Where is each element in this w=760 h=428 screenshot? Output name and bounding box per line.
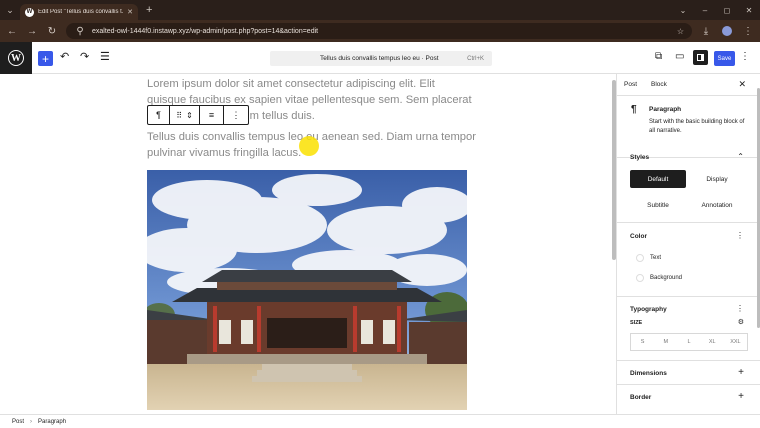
sidebar-icon (697, 54, 704, 61)
border-add-icon[interactable]: + (738, 391, 744, 402)
style-subtitle-button[interactable]: Subtitle (630, 196, 686, 214)
color-text-item[interactable]: Text (630, 249, 748, 267)
block-toolbar: ¶ ⠿ ⇕ ≡ ⋮ (147, 105, 249, 125)
size-s-option[interactable]: S (631, 334, 654, 350)
download-icon[interactable]: ⤓ (700, 26, 712, 37)
tab-title: Edit Post "Tellus duis convallis t... (38, 9, 124, 15)
block-description: Start with the basic building block of a… (649, 119, 745, 134)
bookmark-star-icon[interactable]: ☆ (677, 27, 684, 36)
cursor-highlight (299, 136, 319, 156)
color-options-icon[interactable]: ⋮ (736, 231, 744, 240)
style-default-button[interactable]: Default (630, 170, 686, 188)
browser-menu-icon[interactable]: ⋮ (742, 26, 754, 37)
dimensions-title: Dimensions (630, 370, 667, 377)
dimensions-add-icon[interactable]: + (738, 367, 744, 378)
minimize-icon[interactable]: – (694, 6, 716, 15)
tab-block[interactable]: Block (644, 81, 674, 88)
breadcrumb-paragraph[interactable]: Paragraph (38, 419, 66, 425)
settings-toggle-button[interactable] (693, 50, 708, 65)
paragraph-block-icon: ¶ (631, 104, 637, 115)
text-color-swatch (636, 254, 644, 262)
background-color-swatch (636, 274, 644, 282)
block-name: Paragraph (649, 106, 682, 113)
command-palette-bar[interactable]: Tellus duis convallis tempus leo eu · Po… (270, 51, 492, 66)
align-icon[interactable]: ≡ (200, 106, 224, 124)
breadcrumb: Post › Paragraph (0, 414, 760, 428)
save-button[interactable]: Save (714, 51, 735, 66)
wordpress-logo-icon: W (8, 50, 24, 66)
browser-tab-bar: ⌄ W Edit Post "Tellus duis convallis t..… (0, 0, 760, 20)
dimensions-section-divider (617, 360, 760, 361)
redo-icon[interactable]: ↷ (80, 50, 89, 63)
size-label: SIZE (630, 320, 643, 326)
paragraph-icon[interactable]: ¶ (148, 106, 170, 124)
image-block[interactable] (147, 170, 467, 410)
breadcrumb-post[interactable]: Post (12, 419, 24, 425)
url-text: exalted-owl-1444f0.instawp.xyz/wp-admin/… (92, 27, 319, 35)
tab-list-icon[interactable]: ⌄ (672, 6, 694, 15)
profile-avatar[interactable] (722, 26, 732, 36)
maximize-icon[interactable]: ◻ (716, 6, 738, 15)
shortcut-hint: Ctrl+K (467, 55, 484, 62)
sidebar-tabs: Post Block ✕ (617, 74, 760, 96)
color-section-divider (617, 222, 760, 223)
tab-post[interactable]: Post (617, 81, 644, 88)
more-options-icon[interactable]: ⋮ (224, 106, 248, 124)
breadcrumb-separator-icon: › (30, 418, 33, 425)
close-window-icon[interactable]: ✕ (738, 6, 760, 15)
drag-handle-icon[interactable]: ⠿ (176, 111, 182, 120)
color-background-item[interactable]: Background (630, 269, 748, 287)
editor-canvas: Lorem ipsum dolor sit amet consectetur a… (0, 74, 616, 414)
undo-icon[interactable]: ↶ (60, 50, 69, 63)
move-controls: ⠿ ⇕ (170, 106, 200, 124)
typography-title: Typography (630, 306, 667, 313)
back-icon[interactable]: ← (6, 26, 18, 37)
typography-section-divider (617, 296, 760, 297)
address-bar: ← → ↻ ⚲ exalted-owl-1444f0.instawp.xyz/w… (0, 20, 760, 42)
options-menu-icon[interactable]: ⋮ (740, 51, 750, 62)
color-title: Color (630, 233, 647, 240)
view-post-icon[interactable]: ⧉ (655, 51, 662, 62)
size-m-option[interactable]: M (654, 334, 677, 350)
tab-close-icon[interactable]: ✕ (127, 8, 133, 16)
palace-photo (147, 170, 467, 410)
wordpress-logo-button[interactable]: W (0, 42, 32, 74)
color-text-label: Text (650, 255, 662, 261)
site-info-icon[interactable]: ⚲ (74, 26, 86, 37)
font-size-picker: S M L XL XXL (630, 333, 748, 351)
collapse-styles-icon[interactable]: ⌃ (737, 152, 744, 161)
color-background-label: Background (650, 275, 683, 281)
style-annotation-button[interactable]: Annotation (689, 196, 745, 214)
wordpress-favicon-icon: W (25, 7, 34, 17)
font-size-settings-icon[interactable]: ⚙ (738, 318, 744, 326)
new-tab-button[interactable]: + (146, 4, 152, 16)
size-xl-option[interactable]: XL (701, 334, 724, 350)
forward-icon[interactable]: → (26, 26, 38, 37)
list-view-icon[interactable]: ☰ (100, 50, 110, 63)
move-up-down-icon[interactable]: ⇕ (186, 111, 193, 120)
border-title: Border (630, 394, 652, 401)
close-sidebar-icon[interactable]: ✕ (738, 79, 746, 90)
settings-sidebar: Post Block ✕ ¶ Paragraph Start with the … (616, 74, 760, 414)
size-xxl-option[interactable]: XXL (724, 334, 747, 350)
style-display-button[interactable]: Display (689, 170, 745, 188)
block-card: ¶ Paragraph Start with the basic buildin… (617, 96, 760, 158)
reload-icon[interactable]: ↻ (46, 26, 58, 37)
browser-tab[interactable]: W Edit Post "Tellus duis convallis t... … (20, 4, 138, 20)
size-l-option[interactable]: L (677, 334, 700, 350)
editor-header: W + ↶ ↷ ☰ Tellus duis convallis tempus l… (0, 42, 760, 74)
document-title: Tellus duis convallis tempus leo eu · Po… (320, 55, 439, 62)
preview-device-icon[interactable]: ▭ (675, 51, 684, 62)
typography-options-icon[interactable]: ⋮ (736, 304, 744, 313)
window-controls: ⌄ – ◻ ✕ (672, 0, 760, 20)
tab-search-icon[interactable]: ⌄ (0, 0, 20, 20)
styles-title: Styles (630, 154, 650, 161)
url-field[interactable]: ⚲ exalted-owl-1444f0.instawp.xyz/wp-admi… (66, 23, 692, 39)
border-section-divider (617, 384, 760, 385)
add-block-button[interactable]: + (38, 51, 53, 66)
